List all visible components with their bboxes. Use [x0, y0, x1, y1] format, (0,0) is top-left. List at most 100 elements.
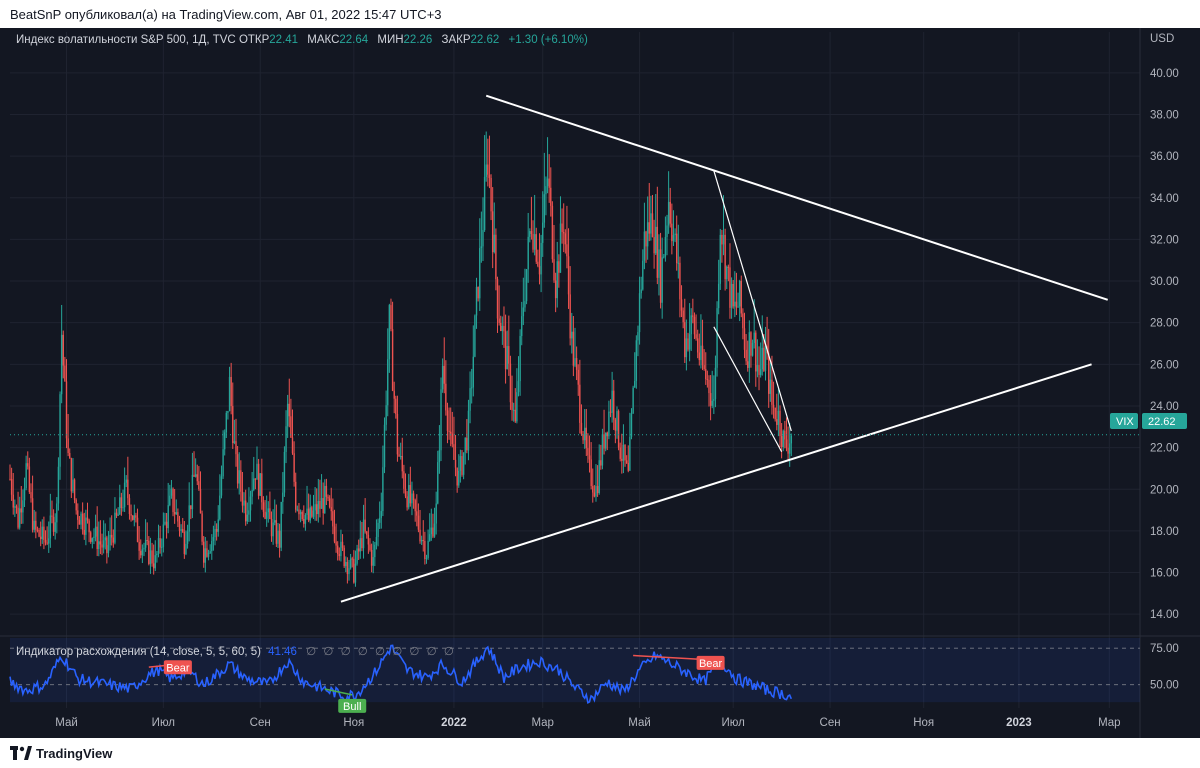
candle-body — [635, 340, 638, 381]
candle-body — [743, 328, 746, 350]
candle-body — [680, 299, 683, 311]
candle-body — [261, 473, 263, 503]
candle-body — [646, 222, 649, 247]
price-tick-label: 14.00 — [1150, 609, 1179, 621]
candle-body — [77, 510, 79, 520]
candle-body — [133, 515, 135, 520]
candle-body — [332, 511, 334, 527]
candle-body — [504, 331, 507, 370]
time-tick-label: Сен — [250, 717, 271, 729]
candle-body — [48, 538, 50, 544]
candle-body — [595, 486, 597, 497]
candle-body — [138, 541, 140, 551]
indicator-name: Индикатор расхождения (14, close, 5, 5, … — [16, 646, 261, 658]
price-tick-label: 20.00 — [1150, 484, 1179, 496]
candle-body — [75, 499, 77, 511]
candle-body — [651, 213, 654, 238]
candle-body — [191, 474, 194, 510]
candle-body — [36, 529, 39, 531]
candle-body — [18, 508, 21, 528]
candle-body — [57, 466, 60, 504]
candle-body — [341, 541, 344, 548]
footer: TradingView — [0, 738, 1200, 768]
candle-body — [140, 550, 142, 556]
candle-body — [485, 164, 487, 177]
candle-body — [742, 313, 744, 329]
tradingview-logo[interactable]: TradingView — [10, 746, 112, 761]
symbol-name: Индекс волатильности S&P 500, 1Д, TVC — [16, 34, 236, 46]
candle-body — [540, 242, 542, 275]
candle-body — [51, 515, 53, 517]
candle-body — [324, 485, 326, 514]
candle-body — [96, 526, 98, 549]
candle-body — [190, 505, 192, 510]
price-axis[interactable]: 14.00 16.00 18.00 20.00 22.00 24.00 26.00 28.00… — [1150, 68, 1179, 692]
candle-body — [106, 537, 108, 554]
candle-body — [477, 286, 479, 299]
candle-body — [262, 502, 265, 512]
candle-body — [101, 544, 103, 548]
candle-body — [459, 456, 462, 471]
candle-body — [440, 389, 442, 451]
candle-body — [370, 549, 373, 566]
candle-body — [141, 549, 144, 556]
candle-body — [404, 488, 407, 497]
candle-body — [753, 332, 755, 343]
indicator-empty-values: ∅ ∅ ∅ ∅ ∅ ∅ ∅ ∅ ∅ — [306, 646, 456, 658]
candle-body — [359, 538, 361, 552]
candle-body — [500, 322, 502, 332]
candle-body — [474, 315, 476, 357]
price-tick-label: 34.00 — [1150, 193, 1179, 205]
candle-body — [361, 538, 363, 549]
candle-body — [554, 280, 557, 299]
candle-body — [280, 501, 282, 548]
candle-body — [656, 226, 659, 278]
candle-body — [638, 293, 641, 333]
candle-body — [320, 498, 323, 509]
trendlines[interactable] — [340, 94, 1109, 603]
candle-body — [380, 511, 382, 518]
candle-body — [144, 539, 147, 548]
low-label: МИН — [377, 34, 404, 46]
candle-body — [408, 485, 410, 508]
candle-body — [509, 363, 512, 403]
candle-body — [701, 345, 704, 366]
candle-body — [64, 365, 66, 382]
candle-body — [39, 536, 42, 540]
candle-body — [493, 234, 495, 253]
time-tick-label: Ноя — [343, 717, 364, 729]
candle-body — [264, 511, 266, 519]
candle-body — [14, 506, 16, 508]
candle-body — [198, 481, 200, 490]
candle-body — [119, 497, 121, 515]
candle-body — [561, 223, 563, 233]
candle-body — [59, 394, 61, 467]
candle-body — [519, 336, 521, 382]
candle-body — [162, 524, 165, 547]
candle-body — [366, 531, 368, 535]
candle-body — [354, 563, 357, 583]
candle-body — [427, 540, 429, 558]
candle-body — [319, 500, 321, 509]
candle-body — [674, 233, 676, 236]
candle-body — [454, 459, 457, 468]
candle-body — [545, 186, 547, 195]
candle-body — [99, 541, 102, 545]
time-axis[interactable]: Май Июл Сен Ноя 2022 Мар Май Июл Сен Ноя 2023 Мар — [55, 717, 1120, 729]
candle-body — [527, 236, 529, 270]
candle-body — [67, 438, 69, 453]
candle-body — [446, 410, 449, 431]
candle-body — [593, 492, 596, 497]
price-chart[interactable]: Bear Bear Bull 14.00 16.00 18.00 20.00 22.00 24… — [0, 28, 1200, 738]
candle-body — [640, 289, 642, 294]
candle-body — [453, 444, 455, 460]
candle-body — [740, 280, 742, 314]
candle-body — [259, 473, 261, 496]
candle-body — [114, 512, 116, 543]
candle-body — [483, 176, 486, 231]
candle-body — [254, 478, 257, 480]
candle-body — [564, 233, 567, 245]
candle-body — [768, 352, 770, 394]
candle-body — [409, 485, 412, 504]
candle-body — [383, 424, 386, 468]
